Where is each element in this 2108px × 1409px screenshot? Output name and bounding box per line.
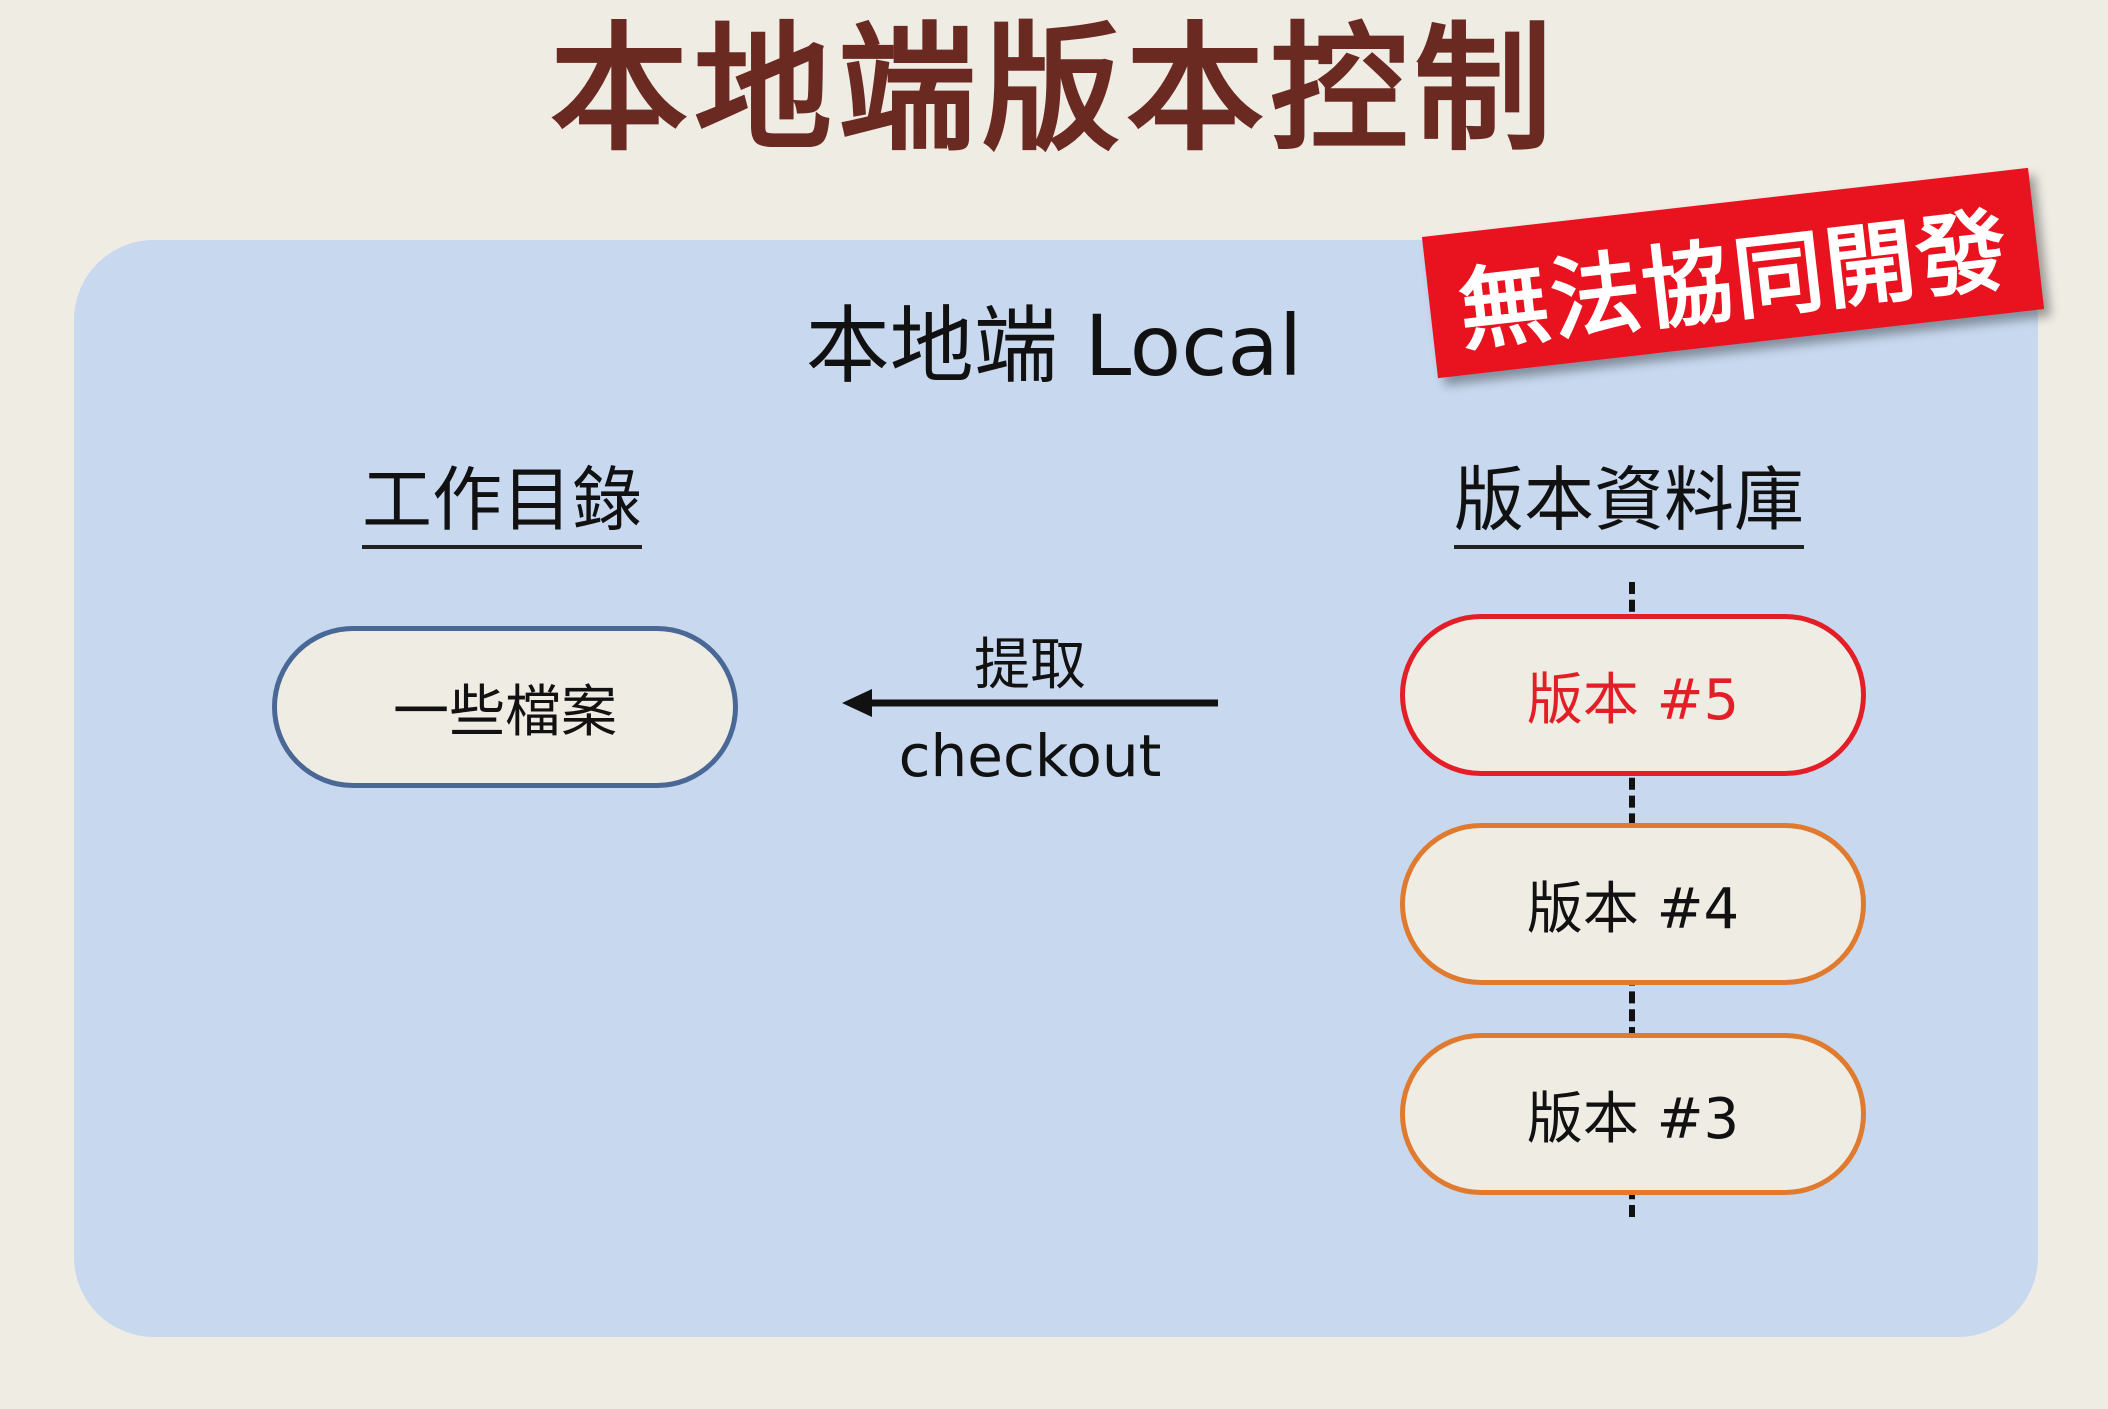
checkout-arrow bbox=[842, 689, 1218, 717]
version-label: 版本 #3 bbox=[1526, 1086, 1740, 1152]
repository-heading: 版本資料庫 bbox=[1454, 462, 1804, 549]
version-label: 版本 #5 bbox=[1526, 667, 1740, 733]
version-node-current: 版本 #5 bbox=[1400, 614, 1866, 776]
version-label: 版本 #4 bbox=[1526, 876, 1740, 942]
version-node: 版本 #3 bbox=[1400, 1033, 1866, 1195]
working-directory-heading: 工作目錄 bbox=[362, 462, 642, 549]
version-node: 版本 #4 bbox=[1400, 823, 1866, 985]
working-files-node: 一些檔案 bbox=[272, 626, 738, 788]
page-title: 本地端版本控制 bbox=[549, 9, 1558, 170]
working-files-label: 一些檔案 bbox=[393, 679, 617, 745]
checkout-arrow-head bbox=[842, 689, 872, 717]
arrow-label-bottom: checkout bbox=[898, 722, 1162, 790]
